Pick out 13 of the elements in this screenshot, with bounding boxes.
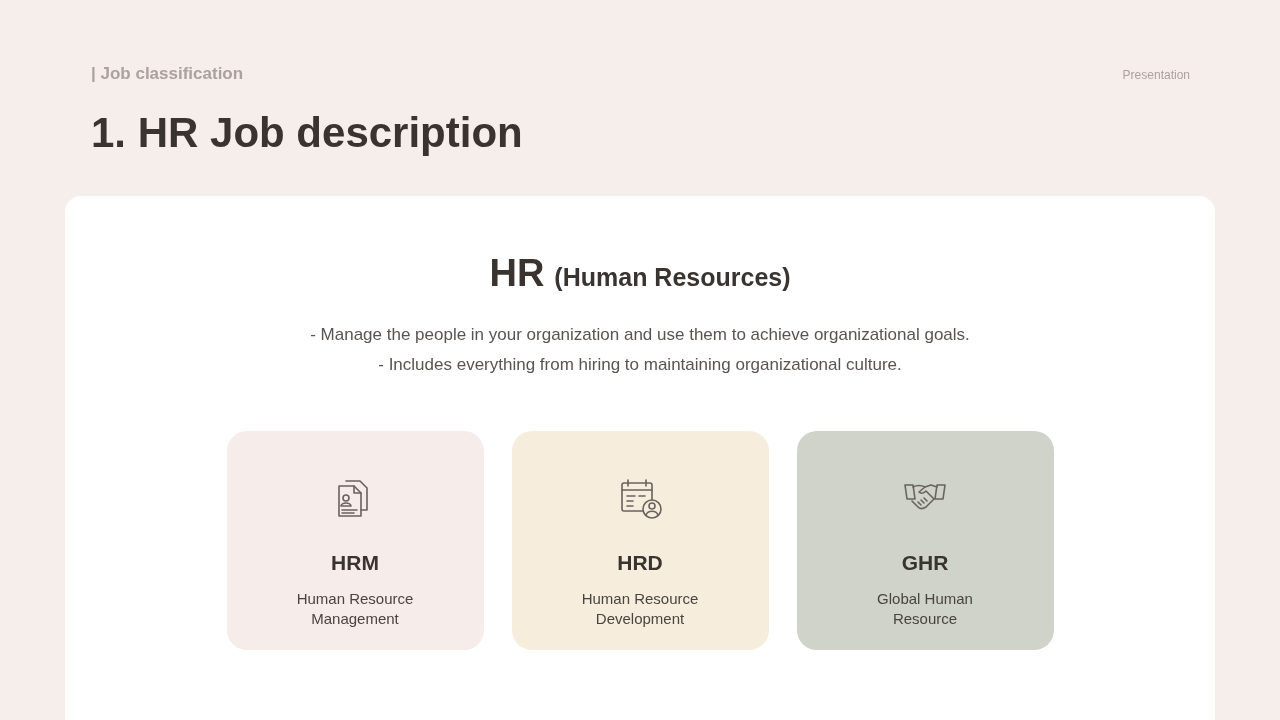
bullet-text: - Includes everything from hiring to maintaining organizational culture. — [378, 355, 902, 376]
card-description: Human Resource Management — [295, 589, 415, 629]
presentation-tag: Presentation — [1122, 68, 1190, 82]
heading-note: (Human Resources) — [554, 263, 791, 293]
section-label: | Job classification — [91, 64, 244, 84]
card-title: GHR — [901, 551, 949, 576]
card-title: HRM — [331, 551, 379, 576]
card-description: Global Human Resource — [876, 589, 974, 629]
card-title: HRD — [617, 551, 663, 576]
card-description: Human Resource Development — [580, 589, 700, 629]
panel-heading: HR — [489, 252, 545, 296]
bullet-text: - Manage the people in your organization and use them to achieve organizational goals. — [310, 325, 970, 346]
page-title: 1. HR Job description — [91, 108, 524, 158]
